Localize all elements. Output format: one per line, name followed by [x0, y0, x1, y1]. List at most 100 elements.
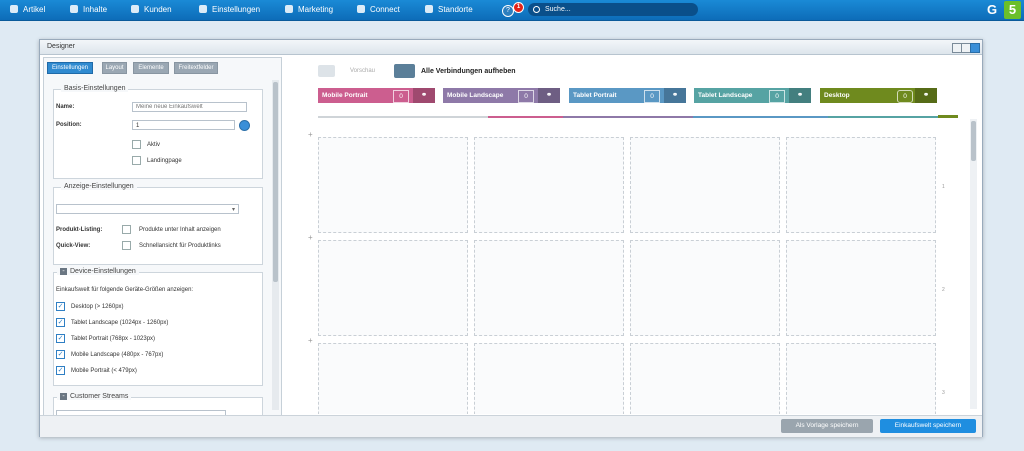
- device-checkbox-tablet-portrait[interactable]: ✓: [56, 334, 65, 343]
- link-icon[interactable]: ⚭: [413, 88, 435, 103]
- gear-icon: [199, 5, 207, 13]
- tab-einstellungen[interactable]: Einstellungen: [47, 62, 93, 74]
- quick-view-label: Quick-View:: [56, 243, 91, 249]
- close-icon[interactable]: [970, 43, 980, 53]
- produkt-listing-label: Produkt-Listing:: [56, 227, 103, 233]
- nav-item-artikel[interactable]: Artikel: [10, 0, 45, 20]
- device-tab-mobile-landscape[interactable]: Mobile Landscape 0 ⚭: [443, 88, 560, 103]
- grid-cell[interactable]: [630, 240, 780, 336]
- link-icon[interactable]: ⚭: [538, 88, 560, 103]
- quick-view-checkbox[interactable]: [122, 241, 131, 250]
- device-checkbox-desktop[interactable]: ✓: [56, 302, 65, 311]
- device-tab-mobile-portrait[interactable]: Mobile Portrait 0 ⚭: [318, 88, 435, 103]
- nav-item-marketing[interactable]: Marketing: [285, 0, 333, 20]
- aktiv-checkbox[interactable]: [132, 140, 141, 149]
- device-section: - Device-Einstellungen Einkaufswelt für f…: [53, 268, 263, 386]
- grid-cell[interactable]: [786, 137, 936, 233]
- add-row-icon[interactable]: +: [308, 130, 313, 139]
- section-legend: Basis-Einstellungen: [61, 85, 129, 92]
- device-tab-tablet-landscape[interactable]: Tablet Landscape 0 ⚭: [694, 88, 811, 103]
- produkt-listing-text: Produkte unter Inhalt anzeigen: [139, 227, 221, 233]
- chart-icon: [285, 5, 293, 13]
- add-row-icon[interactable]: +: [308, 233, 313, 242]
- document-icon: [70, 5, 78, 13]
- designer-canvas: Vorschau Alle Verbindungen aufheben Mobi…: [282, 57, 979, 414]
- users-icon: [131, 5, 139, 13]
- g-logo-icon[interactable]: G: [984, 2, 1000, 18]
- canvas-scrollbar[interactable]: [970, 119, 977, 409]
- tab-elemente[interactable]: Elemente: [133, 62, 169, 74]
- info-icon[interactable]: [239, 120, 250, 131]
- chevron-down-icon: ▾: [231, 207, 235, 213]
- grid-cell[interactable]: [630, 343, 780, 414]
- customer-streams-section: - Customer Streams: [53, 393, 263, 415]
- nav-item-connect[interactable]: Connect: [357, 0, 400, 20]
- grid-cell[interactable]: [318, 137, 468, 233]
- plug-icon: [357, 5, 365, 13]
- link-icon[interactable]: ⚭: [789, 88, 811, 103]
- section-legend: - Device-Einstellungen: [57, 268, 139, 275]
- nav-item-kunden[interactable]: Kunden: [131, 0, 172, 20]
- device-label-mobile-landscape: Mobile Landscape (480px - 767px): [71, 352, 164, 358]
- window-titlebar: Designer: [40, 40, 982, 55]
- nav-item-einstellungen[interactable]: Einstellungen: [199, 0, 260, 20]
- search-input[interactable]: Suche...: [528, 3, 698, 16]
- device-label-desktop: Desktop (> 1260px): [71, 304, 124, 310]
- device-checkbox-mobile-landscape[interactable]: ✓: [56, 350, 65, 359]
- device-label-tablet-portrait: Tablet Portrait (768px - 1023px): [71, 336, 156, 342]
- device-tab-tablet-portrait[interactable]: Tablet Portrait 0 ⚭: [569, 88, 686, 103]
- link-icon[interactable]: ⚭: [915, 88, 937, 103]
- section-legend: - Customer Streams: [57, 393, 132, 400]
- breakpoint-ruler: [318, 115, 958, 118]
- link-icon[interactable]: ⚭: [664, 88, 686, 103]
- settings-panel: Einstellungen Layout Elemente Freitextfe…: [43, 57, 282, 416]
- tab-layout[interactable]: Layout: [102, 62, 127, 74]
- grid-cell[interactable]: [474, 137, 624, 233]
- search-icon: [533, 6, 540, 13]
- store-icon: [425, 5, 433, 13]
- notification-badge[interactable]: 1: [513, 2, 524, 13]
- produkt-listing-checkbox[interactable]: [122, 225, 131, 234]
- save-button[interactable]: Einkaufswelt speichern: [880, 419, 976, 433]
- emotion-grid: + + + 1 2 3: [308, 130, 972, 414]
- device-checkbox-tablet-landscape[interactable]: ✓: [56, 318, 65, 327]
- device-intro: Einkaufswelt für folgende Geräte-Größen …: [56, 287, 194, 293]
- grid-cell[interactable]: [630, 137, 780, 233]
- collapse-icon[interactable]: -: [60, 393, 67, 400]
- layout-select[interactable]: ▾: [56, 204, 239, 214]
- window-footer: Als Vorlage speichern Einkaufswelt speic…: [40, 415, 982, 437]
- aktiv-label: Aktiv: [147, 142, 161, 148]
- grid-cell[interactable]: [318, 343, 468, 414]
- unlink-icon[interactable]: [394, 64, 415, 78]
- name-label: Name:: [56, 104, 75, 110]
- grid-cell[interactable]: [474, 240, 624, 336]
- nav-item-standorte[interactable]: Standorte: [425, 0, 473, 20]
- section-legend: Anzeige-Einstellungen: [61, 183, 137, 190]
- landingpage-checkbox[interactable]: [132, 156, 141, 165]
- grid-cell[interactable]: [786, 343, 936, 414]
- eye-icon[interactable]: [318, 65, 335, 77]
- add-row-icon[interactable]: +: [308, 336, 313, 345]
- grid-cell[interactable]: [786, 240, 936, 336]
- device-tab-desktop[interactable]: Desktop 0 ⚭: [820, 88, 937, 103]
- alle-verbindungen-label[interactable]: Alle Verbindungen aufheben: [421, 68, 516, 75]
- grid-cell[interactable]: [318, 240, 468, 336]
- name-field[interactable]: [132, 102, 247, 112]
- nav-item-inhalte[interactable]: Inhalte: [70, 0, 107, 20]
- grid-cell[interactable]: [474, 343, 624, 414]
- device-label-tablet-landscape: Tablet Landscape (1024px - 1260px): [71, 320, 169, 326]
- collapse-icon[interactable]: -: [60, 268, 67, 275]
- position-label: Position:: [56, 122, 82, 128]
- device-checkbox-mobile-portrait[interactable]: ✓: [56, 366, 65, 375]
- landingpage-label: Landingpage: [147, 158, 182, 164]
- position-stepper[interactable]: 1: [132, 120, 235, 130]
- save-as-template-button[interactable]: Als Vorlage speichern: [781, 419, 873, 433]
- anzeige-section: Anzeige-Einstellungen ▾ Produkt-Listing:…: [53, 183, 263, 265]
- device-label-mobile-portrait: Mobile Portrait (< 479px): [71, 368, 137, 374]
- tab-freitextfelder[interactable]: Freitextfelder: [174, 62, 218, 74]
- panel-scrollbar-thumb[interactable]: [273, 82, 278, 282]
- vorschau-label[interactable]: Vorschau: [350, 68, 375, 74]
- box-icon: [10, 5, 18, 13]
- row-marker: 3: [942, 390, 945, 396]
- canvas-scrollbar-thumb[interactable]: [971, 121, 976, 161]
